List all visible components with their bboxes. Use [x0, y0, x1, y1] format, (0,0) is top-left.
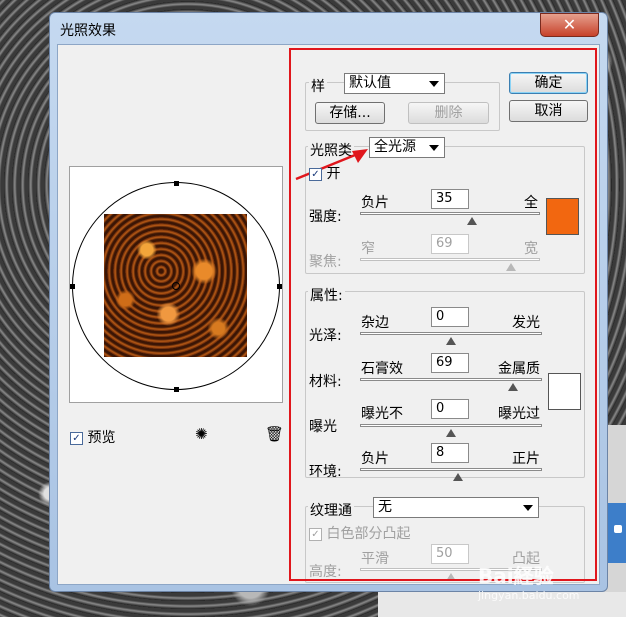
preview-image — [104, 214, 247, 357]
watermark-logo: Bai経验 — [478, 564, 554, 588]
light-handle-right[interactable] — [277, 284, 282, 289]
highlight-box — [289, 48, 597, 581]
check-icon[interactable]: ✓ — [70, 431, 83, 445]
light-handle-left[interactable] — [70, 284, 75, 289]
dialog-client: ✓ 预览 ✺ 🗑 样 默认值 存储... 删除 确定 取消 光照类 全光源 ✓ … — [57, 44, 600, 585]
light-bulb-icon[interactable]: ✺ — [195, 425, 208, 443]
light-handle-bottom[interactable] — [174, 387, 179, 392]
lighting-effects-dialog: 光照效果 ✕ ✓ 预览 ✺ 🗑 样 默认值 存储... 删除 确定 取消 光照类… — [49, 12, 608, 592]
preview-label: 预览 — [87, 430, 116, 446]
close-button[interactable]: ✕ — [540, 13, 599, 37]
preview-toggle[interactable]: ✓ 预览 — [70, 427, 115, 447]
light-handle-top[interactable] — [174, 181, 179, 186]
preview-canvas[interactable] — [69, 166, 283, 403]
lock-icon — [614, 525, 622, 533]
watermark-url: jingyan.baidu.com — [478, 589, 580, 602]
light-center-handle[interactable] — [172, 282, 180, 290]
watermark: Bai経验 jingyan.baidu.com — [478, 560, 618, 610]
trash-icon[interactable]: 🗑 — [265, 425, 284, 443]
dialog-title: 光照效果 — [60, 23, 116, 39]
